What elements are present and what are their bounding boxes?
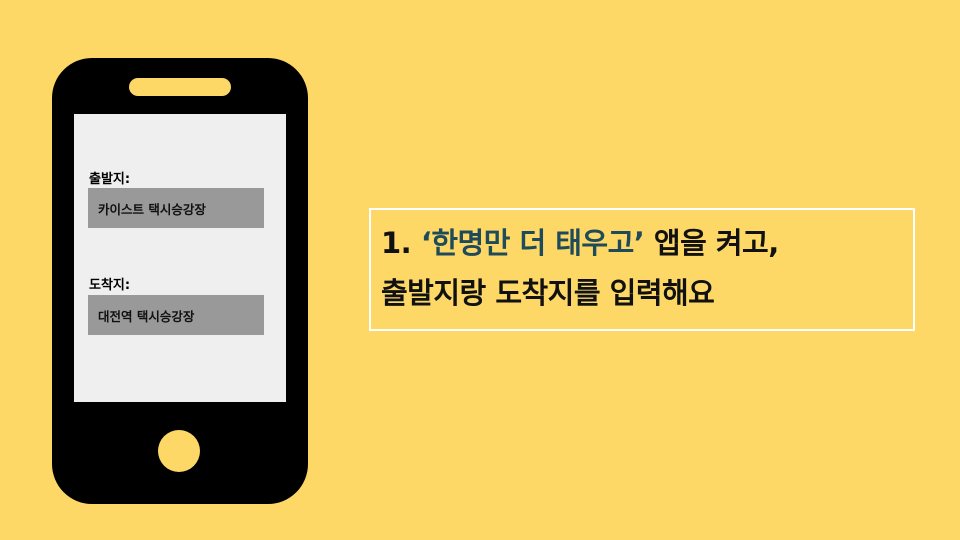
arrival-value: 대전역 택시승강장: [98, 308, 195, 324]
phone-home-button: [158, 430, 200, 472]
caption-line-1: 1. ‘한명만 더 태우고’ 앱을 켜고,: [381, 218, 913, 268]
phone-screen: 출발지: 카이스트 택시승강장 도착지: 대전역 택시승강장: [74, 114, 286, 402]
slide: 출발지: 카이스트 택시승강장 도착지: 대전역 택시승강장 1. ‘한명만 더…: [0, 0, 960, 540]
arrival-field[interactable]: 대전역 택시승강장: [88, 295, 264, 335]
caption-line-1-rest: 앱을 켜고,: [653, 226, 779, 260]
phone-illustration: 출발지: 카이스트 택시승강장 도착지: 대전역 택시승강장: [52, 58, 308, 504]
departure-field[interactable]: 카이스트 택시승강장: [88, 188, 264, 228]
arrival-label: 도착지:: [89, 278, 131, 293]
app-name: ‘한명만 더 태우고’: [420, 226, 645, 260]
departure-value: 카이스트 택시승강장: [98, 201, 206, 217]
departure-label: 출발지:: [89, 172, 131, 187]
step-number: 1.: [381, 226, 412, 260]
instruction-caption: 1. ‘한명만 더 태우고’ 앱을 켜고, 출발지랑 도착지를 입력해요: [369, 208, 915, 331]
phone-speaker: [129, 78, 231, 96]
caption-line-2: 출발지랑 도착지를 입력해요: [381, 276, 715, 310]
